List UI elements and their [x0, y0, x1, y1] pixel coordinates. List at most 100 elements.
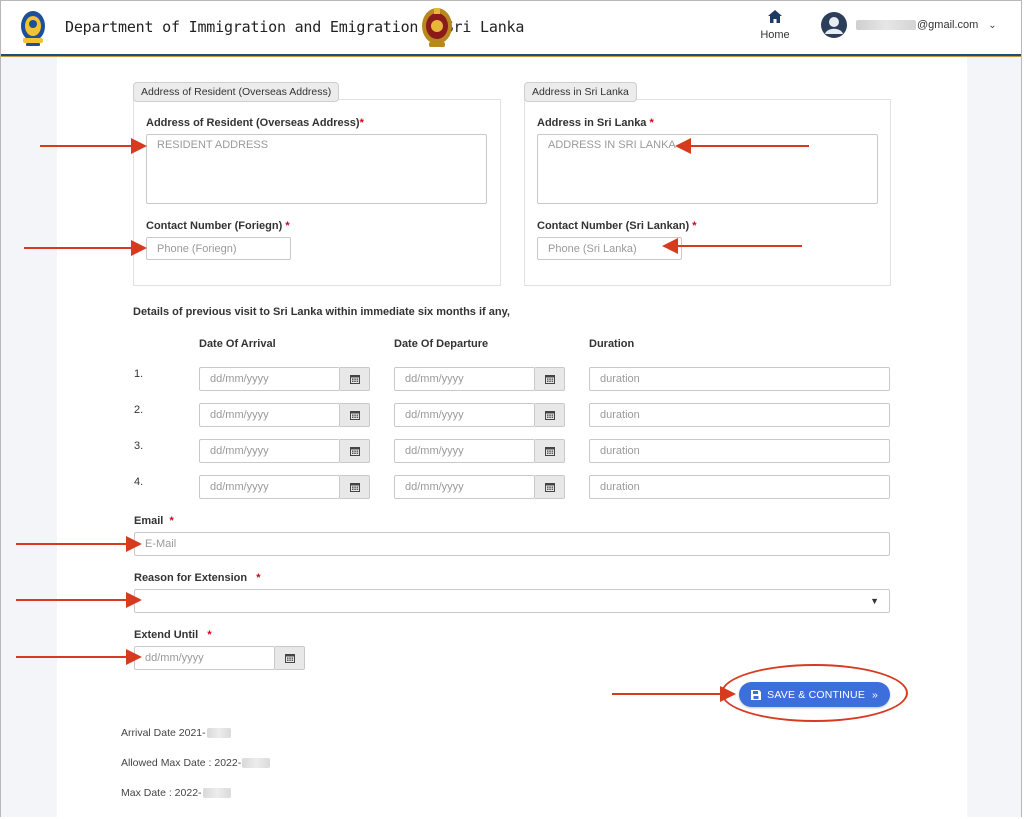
home-label: Home — [760, 29, 790, 41]
required-mark: * — [285, 220, 290, 232]
arrival-date-input[interactable]: dd/mm/yyyy — [199, 439, 340, 463]
column-header-arrival: Date Of Arrival — [199, 338, 276, 350]
srilanka-phone-label-text: Contact Number (Sri Lankan) — [537, 220, 690, 232]
duration-input[interactable]: duration — [589, 367, 890, 391]
extend-until-label: Extend Until * — [134, 629, 212, 641]
extend-until-date-input[interactable]: dd/mm/yyyy — [134, 646, 275, 670]
calendar-icon — [544, 375, 555, 384]
reason-select[interactable]: ▼ — [134, 589, 890, 613]
calendar-icon — [349, 375, 360, 384]
visit-row-number: 4. — [134, 476, 144, 488]
foreign-phone-label: Contact Number (Foriegn) * — [146, 220, 290, 232]
double-chevron-right-icon: » — [872, 688, 878, 701]
overseas-address-label: Address of Resident (Overseas Address)* — [146, 117, 364, 129]
srilanka-phone-input[interactable]: Phone (Sri Lanka) — [537, 237, 682, 260]
overseas-address-label-text: Address of Resident (Overseas Address) — [146, 117, 360, 129]
redacted-value — [202, 788, 231, 798]
email-label-text: Email — [134, 515, 164, 527]
foreign-phone-input[interactable]: Phone (Foriegn) — [146, 237, 291, 260]
departure-calendar-button[interactable] — [535, 403, 565, 427]
extend-until-placeholder: dd/mm/yyyy — [145, 652, 204, 664]
calendar-icon — [544, 411, 555, 420]
visit-row-number: 1. — [134, 368, 144, 380]
column-header-departure: Date Of Departure — [394, 338, 489, 350]
redacted-email — [856, 20, 916, 30]
departure-date-input[interactable]: dd/mm/yyyy — [394, 439, 535, 463]
arrival-date-placeholder: dd/mm/yyyy — [210, 481, 269, 493]
arrival-date-placeholder: dd/mm/yyyy — [210, 373, 269, 385]
page-title: Department of Immigration and Emigration… — [65, 18, 525, 36]
arrival-date-text: Arrival Date 2021- — [121, 727, 206, 739]
required-mark: * — [207, 629, 212, 641]
extend-until-calendar-button[interactable] — [275, 646, 305, 670]
save-and-continue-button[interactable]: SAVE & CONTINUE » — [739, 682, 890, 707]
user-avatar-icon — [821, 12, 847, 38]
user-menu[interactable]: @gmail.com ⌄ — [821, 12, 997, 38]
max-date-info: Max Date : 2022- — [121, 787, 231, 799]
calendar-icon — [349, 411, 360, 420]
foreign-phone-placeholder: Phone (Foriegn) — [157, 242, 237, 255]
srilanka-phone-label: Contact Number (Sri Lankan) * — [537, 220, 697, 232]
allowed-max-date-info: Allowed Max Date : 2022- — [121, 757, 271, 769]
visit-row-number: 3. — [134, 440, 144, 452]
calendar-icon — [544, 447, 555, 456]
arrival-date-input[interactable]: dd/mm/yyyy — [199, 367, 340, 391]
required-mark: * — [169, 515, 174, 527]
departure-calendar-button[interactable] — [535, 439, 565, 463]
home-icon — [768, 10, 782, 23]
overseas-address-tag: Address of Resident (Overseas Address) — [133, 82, 340, 102]
floppy-disk-icon — [751, 689, 762, 700]
home-nav-link[interactable]: Home — [753, 10, 797, 41]
left-gutter — [1, 57, 57, 817]
duration-input[interactable]: duration — [589, 475, 890, 499]
departure-date-placeholder: dd/mm/yyyy — [405, 481, 464, 493]
email-label: Email * — [134, 515, 174, 527]
arrival-date-placeholder: dd/mm/yyyy — [210, 409, 269, 421]
calendar-icon — [284, 654, 295, 663]
overseas-address-placeholder: RESIDENT ADDRESS — [157, 139, 269, 151]
duration-input[interactable]: duration — [589, 403, 890, 427]
extend-until-label-text: Extend Until — [134, 629, 199, 641]
departure-date-placeholder: dd/mm/yyyy — [405, 373, 464, 385]
save-button-label: SAVE & CONTINUE — [767, 688, 866, 701]
duration-input[interactable]: duration — [589, 439, 890, 463]
arrival-calendar-button[interactable] — [340, 403, 370, 427]
departure-date-input[interactable]: dd/mm/yyyy — [394, 403, 535, 427]
departure-date-placeholder: dd/mm/yyyy — [405, 445, 464, 457]
email-placeholder: E-Mail — [145, 538, 177, 550]
departure-calendar-button[interactable] — [535, 367, 565, 391]
required-mark: * — [649, 117, 654, 129]
srilanka-phone-placeholder: Phone (Sri Lanka) — [548, 242, 637, 255]
duration-placeholder: duration — [600, 373, 640, 385]
srilanka-address-label-text: Address in Sri Lanka — [537, 117, 647, 129]
right-gutter — [967, 57, 1021, 817]
departure-date-placeholder: dd/mm/yyyy — [405, 409, 464, 421]
duration-placeholder: duration — [600, 409, 640, 421]
allowed-max-date-text: Allowed Max Date : 2022- — [121, 757, 242, 769]
overseas-address-textarea[interactable]: RESIDENT ADDRESS — [146, 134, 487, 204]
departure-calendar-button[interactable] — [535, 475, 565, 499]
calendar-icon — [349, 483, 360, 492]
departure-date-input[interactable]: dd/mm/yyyy — [394, 475, 535, 499]
user-email: @gmail.com — [917, 19, 979, 31]
top-navbar: Department of Immigration and Emigration… — [1, 1, 1021, 57]
arrival-date-info: Arrival Date 2021- — [121, 727, 231, 739]
arrival-calendar-button[interactable] — [340, 367, 370, 391]
reason-label: Reason for Extension * — [134, 572, 261, 584]
srilanka-address-label: Address in Sri Lanka * — [537, 117, 654, 129]
arrival-calendar-button[interactable] — [340, 439, 370, 463]
national-emblem — [422, 8, 452, 47]
arrival-date-input[interactable]: dd/mm/yyyy — [199, 403, 340, 427]
srilanka-address-textarea[interactable]: ADDRESS IN SRI LANKA — [537, 134, 878, 204]
departure-date-input[interactable]: dd/mm/yyyy — [394, 367, 535, 391]
department-logo — [21, 11, 45, 46]
previous-visits-note: Details of previous visit to Sri Lanka w… — [133, 306, 510, 318]
required-mark: * — [256, 572, 261, 584]
calendar-icon — [349, 447, 360, 456]
chevron-down-icon: ⌄ — [988, 19, 997, 31]
arrival-calendar-button[interactable] — [340, 475, 370, 499]
email-field[interactable]: E-Mail — [134, 532, 890, 556]
arrival-date-input[interactable]: dd/mm/yyyy — [199, 475, 340, 499]
required-mark: * — [692, 220, 697, 232]
duration-placeholder: duration — [600, 481, 640, 493]
